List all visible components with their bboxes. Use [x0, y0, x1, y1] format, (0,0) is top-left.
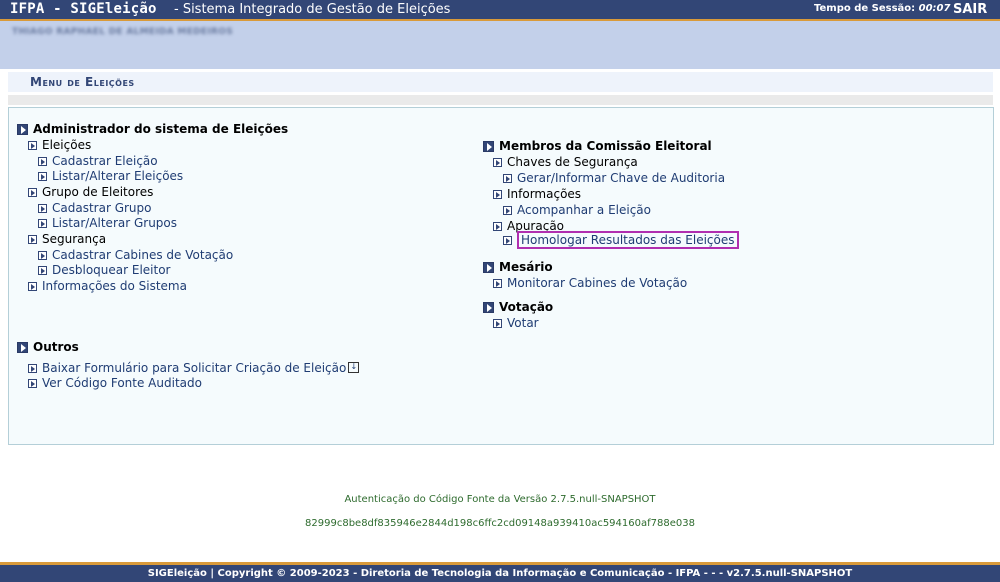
admin-grupo-group: Grupo de Eleitores [28, 185, 153, 199]
chaves-group: Chaves de Segurança [493, 155, 638, 169]
cadastrar-cabines-label: Cadastrar Cabines de Votação [52, 248, 234, 262]
arrow-bullet-icon [38, 251, 47, 260]
outros-heading-label: Outros [33, 340, 79, 354]
informacoes-label: Informações [507, 187, 582, 201]
arrow-bullet-icon [28, 141, 37, 150]
votar-label: Votar [507, 316, 539, 330]
session-timer: Tempo de Sessão: 00:07 [814, 3, 950, 14]
listar-eleicoes-link[interactable]: Listar/Alterar Eleições [38, 169, 183, 183]
admin-section-heading: Administrador do sistema de Eleições [17, 122, 288, 136]
mesario-heading-label: Mesário [499, 260, 553, 274]
votacao-heading-label: Votação [499, 300, 554, 314]
acompanhar-eleicao-link[interactable]: Acompanhar a Eleição [503, 203, 651, 217]
codigo-fonte-label: Ver Código Fonte Auditado [42, 376, 202, 390]
eleicoes-label: Eleições [42, 138, 92, 152]
baixar-formulario-link[interactable]: Baixar Formulário para Solicitar Criação… [28, 361, 360, 376]
homologar-label: Homologar Resultados das Eleições [517, 231, 739, 249]
arrow-bullet-icon [493, 158, 502, 167]
arrow-bullet-icon [28, 364, 37, 373]
comissao-section-heading: Membros da Comissão Eleitoral [483, 139, 712, 153]
arrow-bullet-icon [503, 236, 512, 245]
arrow-bullet-icon [28, 282, 37, 291]
arrow-bullet-icon [38, 204, 47, 213]
session-time: 00:07 [918, 3, 951, 14]
informacoes-sistema-link[interactable]: Informações do Sistema [28, 279, 187, 293]
page-title: Menu de Eleições [30, 75, 135, 89]
arrow-bullet-icon [38, 266, 47, 275]
arrow-bullet-icon [503, 174, 512, 183]
arrow-bullet-icon [493, 319, 502, 328]
arrow-bullet-icon [483, 262, 494, 273]
informacoes-group: Informações [493, 187, 581, 201]
grupo-label: Grupo de Eleitores [42, 185, 154, 199]
cadastrar-cabines-link[interactable]: Cadastrar Cabines de Votação [38, 248, 233, 262]
seguranca-label: Segurança [42, 232, 107, 246]
gerar-chave-label: Gerar/Informar Chave de Auditoria [517, 171, 726, 185]
arrow-bullet-icon [38, 172, 47, 181]
desbloquear-eleitor-link[interactable]: Desbloquear Eleitor [38, 263, 171, 277]
listar-grupos-link[interactable]: Listar/Alterar Grupos [38, 216, 177, 230]
user-name: THIAGO RAPHAEL DE ALMEIDA MEDEIROS [12, 27, 233, 37]
listar-grupos-label: Listar/Alterar Grupos [52, 216, 178, 230]
arrow-bullet-icon [28, 188, 37, 197]
arrow-bullet-icon [503, 206, 512, 215]
arrow-bullet-icon [38, 219, 47, 228]
informacoes-sistema-label: Informações do Sistema [42, 279, 187, 293]
footer-bar: SIGEleição | Copyright © 2009-2023 - Dir… [0, 562, 1000, 582]
comissao-heading-label: Membros da Comissão Eleitoral [499, 139, 712, 153]
copyright-text: SIGEleição | Copyright © 2009-2023 - Dir… [147, 568, 853, 579]
arrow-bullet-icon [483, 302, 494, 313]
logout-link[interactable]: SAIR [953, 2, 987, 17]
gerar-chave-link[interactable]: Gerar/Informar Chave de Auditoria [503, 171, 725, 185]
divider [8, 95, 993, 105]
monitorar-label: Monitorar Cabines de Votação [507, 276, 688, 290]
arrow-bullet-icon [17, 124, 28, 135]
arrow-bullet-icon [28, 379, 37, 388]
app-brand: IFPA - SIGEleição [10, 1, 157, 17]
acompanhar-label: Acompanhar a Eleição [517, 203, 652, 217]
cadastrar-grupo-label: Cadastrar Grupo [52, 201, 152, 215]
mesario-section-heading: Mesário [483, 260, 553, 274]
desbloquear-label: Desbloquear Eleitor [52, 263, 171, 277]
arrow-bullet-icon [493, 190, 502, 199]
source-hash: 82999c8be8df835946e2844d198c6ffc2cd09148… [305, 518, 695, 529]
admin-heading-label: Administrador do sistema de Eleições [33, 122, 289, 136]
app-subtitle: - Sistema Integrado de Gestão de Eleiçõe… [174, 2, 451, 17]
page-title-bar: Menu de Eleições [8, 72, 993, 92]
arrow-bullet-icon [17, 342, 28, 353]
arrow-bullet-icon [483, 141, 494, 152]
votacao-section-heading: Votação [483, 300, 553, 314]
session-label: Tempo de Sessão: [814, 3, 916, 14]
cadastrar-eleicao-label: Cadastrar Eleição [52, 154, 158, 168]
codigo-fonte-link[interactable]: Ver Código Fonte Auditado [28, 376, 202, 390]
outros-section-heading: Outros [17, 340, 79, 354]
cadastrar-grupo-link[interactable]: Cadastrar Grupo [38, 201, 152, 215]
auth-info: Autenticação do Código Fonte da Versão 2… [344, 494, 656, 505]
homologar-resultados-link[interactable]: Homologar Resultados das Eleições [503, 231, 739, 249]
top-header: IFPA - SIGEleição - Sistema Integrado de… [0, 0, 1000, 21]
admin-eleicoes-group: Eleições [28, 138, 91, 152]
arrow-bullet-icon [38, 157, 47, 166]
monitorar-cabines-link[interactable]: Monitorar Cabines de Votação [493, 276, 687, 290]
download-icon[interactable]: ↓ [348, 362, 360, 373]
arrow-bullet-icon [28, 235, 37, 244]
cadastrar-eleicao-link[interactable]: Cadastrar Eleição [38, 154, 158, 168]
user-info-bar: THIAGO RAPHAEL DE ALMEIDA MEDEIROS [0, 21, 1000, 69]
arrow-bullet-icon [493, 279, 502, 288]
admin-seguranca-group: Segurança [28, 232, 106, 246]
listar-eleicoes-label: Listar/Alterar Eleições [52, 169, 184, 183]
baixar-label: Baixar Formulário para Solicitar Criação… [42, 361, 347, 375]
arrow-bullet-icon [493, 222, 502, 231]
votar-link[interactable]: Votar [493, 316, 539, 330]
chaves-label: Chaves de Segurança [507, 155, 638, 169]
